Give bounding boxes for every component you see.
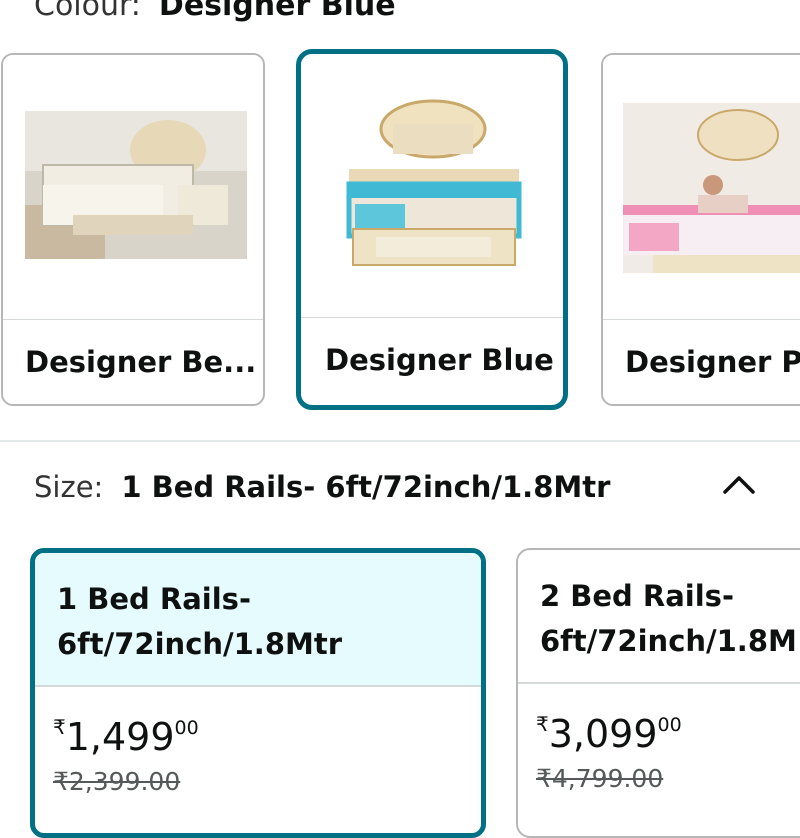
price-whole: 3,099	[548, 712, 658, 756]
product-image-blue	[301, 54, 563, 317]
colour-swatch-beige[interactable]: Designer Be...	[1, 53, 265, 406]
size-option-line1: 2 Bed Rails-	[540, 579, 734, 613]
mrp-price: ₹4,799.00	[536, 764, 664, 793]
size-option-1-bed-rails[interactable]: 1 Bed Rails- 6ft/72inch/1.8Mtr ₹1,49900 …	[30, 548, 486, 838]
swatch-name: Designer Blue	[325, 343, 554, 377]
product-image-beige	[3, 55, 263, 319]
colour-swatch-pink[interactable]: Designer Pi	[601, 53, 800, 406]
price-fraction: 00	[657, 714, 682, 736]
size-option-line1: 1 Bed Rails-	[57, 582, 251, 616]
size-option-title: 1 Bed Rails- 6ft/72inch/1.8Mtr	[57, 577, 342, 667]
size-option-title: 2 Bed Rails- 6ft/72inch/1.8M	[540, 574, 797, 664]
swatch-name: Designer Pi	[625, 345, 800, 379]
size-option-line2: 6ft/72inch/1.8Mtr	[57, 627, 343, 661]
size-option-line2: 6ft/72inch/1.8M	[540, 624, 797, 658]
mrp-price: ₹2,399.00	[53, 767, 181, 796]
section-divider	[0, 440, 800, 442]
colour-value: Designer Blue	[158, 0, 396, 23]
size-option-2-bed-rails[interactable]: 2 Bed Rails- 6ft/72inch/1.8M ₹3,09900 ₹4…	[516, 548, 800, 838]
size-label: Size:	[34, 470, 104, 504]
size-selection-row: Size: 1 Bed Rails- 6ft/72inch/1.8Mtr	[34, 470, 610, 504]
price-fraction: 00	[174, 717, 199, 739]
colour-label: Colour:	[34, 0, 141, 23]
currency-symbol: ₹	[53, 715, 66, 739]
price-whole: 1,499	[65, 715, 175, 759]
price: ₹3,09900	[536, 712, 682, 756]
swatch-name: Designer Be...	[25, 345, 257, 379]
chevron-up-icon[interactable]	[717, 468, 761, 498]
currency-symbol: ₹	[536, 712, 549, 736]
size-value: 1 Bed Rails- 6ft/72inch/1.8Mtr	[121, 470, 611, 504]
product-image-pink	[603, 55, 800, 319]
price: ₹1,49900	[53, 715, 199, 759]
colour-swatch-blue[interactable]: Designer Blue	[296, 49, 568, 410]
colour-selection-row: Colour: Designer Blue	[34, 0, 396, 23]
